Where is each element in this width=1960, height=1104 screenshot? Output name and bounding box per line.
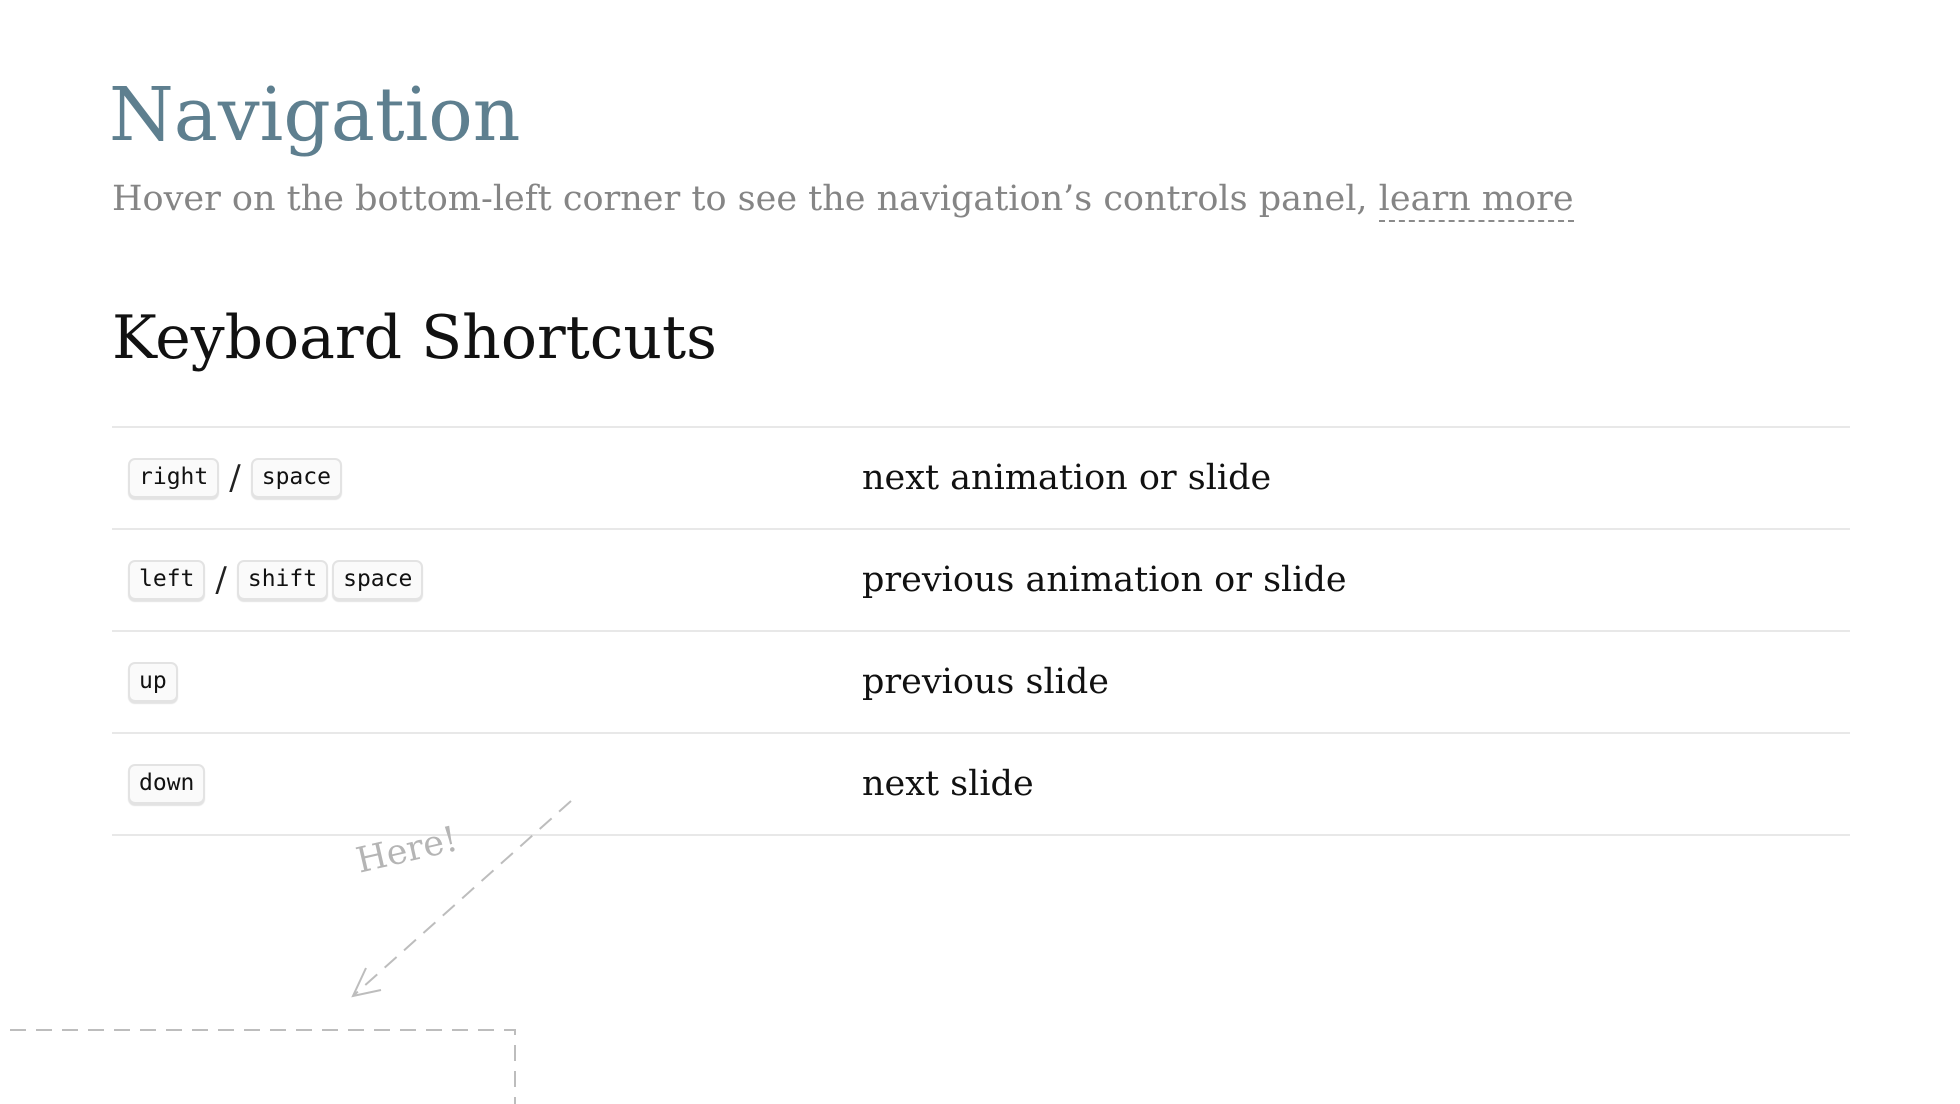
shortcut-keys: left / shift space [112, 529, 862, 631]
page-title: Navigation [109, 72, 521, 158]
key-separator: / [229, 458, 241, 498]
key-cap: space [250, 457, 342, 499]
section-heading: Keyboard Shortcuts [112, 303, 717, 373]
learn-more-link[interactable]: learn more [1378, 179, 1574, 222]
hint-arrow-head [351, 967, 382, 998]
key-cap: up [128, 661, 178, 703]
shortcut-keys: right / space [112, 427, 862, 529]
key-separator: / [215, 560, 227, 600]
table-row: right / space next animation or slide [112, 427, 1850, 529]
shortcut-keys: down [112, 733, 862, 835]
key-cap: shift [236, 559, 329, 601]
shortcut-description: next animation or slide [862, 458, 1272, 498]
key-cap: left [128, 559, 206, 601]
shortcuts-table: right / space next animation or slide left… [112, 426, 1850, 836]
controls-panel-outline[interactable] [10, 1029, 516, 1104]
shortcut-description: previous animation or slide [862, 560, 1347, 600]
subtitle-text: Hover on the bottom-left corner to see t… [112, 179, 1379, 219]
table-row: left / shift space previous animation or sl… [112, 529, 1850, 631]
page-subtitle: Hover on the bottom-left corner to see t… [112, 178, 1574, 222]
shortcut-keys: up [112, 631, 862, 733]
shortcut-description: previous slide [862, 662, 1109, 702]
key-cap: space [332, 559, 424, 601]
table-row: down next slide [112, 733, 1850, 835]
shortcut-description: next slide [862, 764, 1034, 804]
key-cap: down [128, 763, 206, 805]
table-row: up previous slide [112, 631, 1850, 733]
key-cap: right [128, 457, 220, 499]
